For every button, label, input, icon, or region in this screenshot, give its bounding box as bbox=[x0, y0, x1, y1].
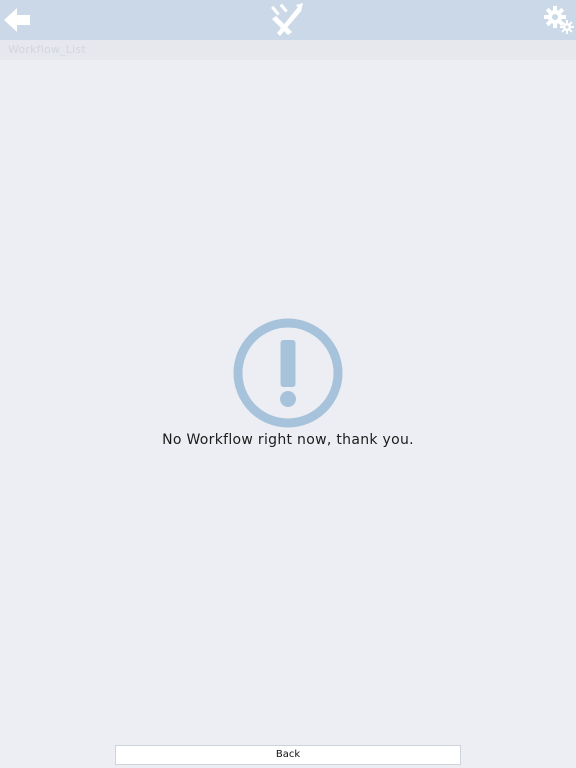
arrow-left-icon[interactable] bbox=[3, 6, 31, 34]
subheader-bar: Workflow_List bbox=[0, 40, 576, 60]
top-bar bbox=[0, 0, 576, 40]
gear-icon[interactable] bbox=[544, 6, 574, 34]
back-button[interactable]: Back bbox=[115, 745, 461, 765]
page-title: Workflow_List bbox=[8, 43, 86, 56]
exclamation-circle-icon bbox=[233, 318, 343, 428]
empty-state-message: No Workflow right now, thank you. bbox=[162, 432, 414, 448]
pen-tool-logo-icon bbox=[271, 3, 303, 36]
